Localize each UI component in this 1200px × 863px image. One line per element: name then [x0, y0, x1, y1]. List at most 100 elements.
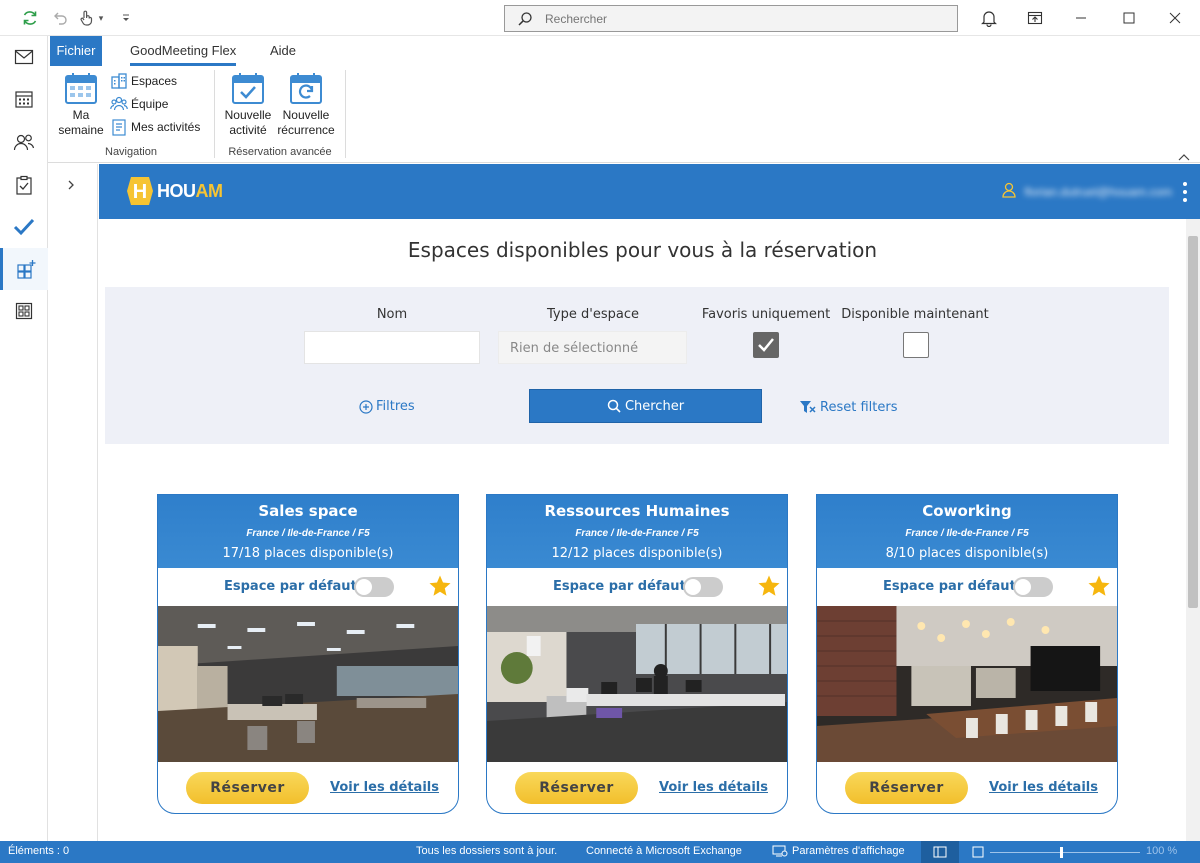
reserver-button[interactable]: Réserver: [186, 772, 309, 804]
zoom-slider[interactable]: [990, 847, 1140, 858]
apps-grid-icon[interactable]: [0, 290, 48, 332]
mail-icon[interactable]: [0, 36, 48, 78]
calendar-week-icon: [63, 70, 99, 106]
space-card: Coworking France / Ile-de-France / F5 8/…: [816, 494, 1118, 814]
default-space-row: Espace par défaut: [487, 574, 787, 600]
voir-details-link[interactable]: Voir les détails: [989, 780, 1098, 795]
expand-pane-icon[interactable]: [66, 179, 76, 194]
calendar-check-icon: [230, 70, 266, 106]
sync-icon[interactable]: [18, 6, 42, 30]
reserver-button[interactable]: Réserver: [845, 772, 968, 804]
nouvelle-recurrence-button[interactable]: Nouvelle récurrence: [276, 70, 336, 138]
display-settings-button[interactable]: Paramètres d'affichage: [772, 845, 905, 857]
reservation-group-label: Réservation avancée: [228, 146, 332, 158]
people-icon[interactable]: [0, 122, 48, 164]
nouvelle-activite-label-1: Nouvelle: [224, 108, 272, 122]
user-menu[interactable]: florian.dutruel@houam.com: [1002, 182, 1172, 201]
houam-logo-mark: H: [127, 177, 153, 205]
nouvelle-activite-button[interactable]: Nouvelle activité: [220, 70, 276, 138]
default-space-toggle[interactable]: [1013, 577, 1053, 597]
card-places: 17/18 places disponible(s): [222, 546, 394, 561]
undo-icon[interactable]: [48, 6, 72, 30]
default-space-row: Espace par défaut: [817, 574, 1117, 600]
houam-logo-text: HOUAM: [157, 180, 223, 201]
search-icon: [607, 399, 621, 413]
navigation-group-label: Navigation: [105, 146, 157, 158]
card-location: France / Ile-de-France / F5: [575, 528, 699, 539]
ma-semaine-label-1: Ma: [72, 108, 90, 122]
calendar-icon[interactable]: [0, 78, 48, 120]
default-space-toggle[interactable]: [683, 577, 723, 597]
customize-icon[interactable]: [116, 6, 136, 30]
app-header: H HOUAM florian.dutruel@houam.com: [99, 164, 1200, 219]
voir-details-link[interactable]: Voir les détails: [659, 780, 768, 795]
bell-icon[interactable]: [966, 0, 1012, 36]
more-options-icon[interactable]: [1180, 182, 1190, 202]
favorite-star-icon[interactable]: [1087, 574, 1111, 598]
filter-reset-icon: [800, 401, 816, 413]
collapse-ribbon-icon[interactable]: [1178, 150, 1190, 164]
todo-check-icon[interactable]: [0, 206, 48, 248]
scrollbar[interactable]: [1186, 219, 1200, 841]
mes-activites-button[interactable]: Mes activités: [110, 116, 200, 138]
maximize-icon[interactable]: [1106, 0, 1152, 36]
reset-filters-link[interactable]: Reset filters: [799, 399, 897, 415]
title-bar: ▾: [0, 0, 1200, 36]
reserver-button[interactable]: Réserver: [515, 772, 638, 804]
user-email: florian.dutruel@houam.com: [1024, 184, 1172, 199]
nom-input[interactable]: [304, 331, 480, 364]
display-settings-icon: [772, 845, 788, 857]
default-space-row: Espace par défaut: [158, 574, 458, 600]
items-count: Éléments : 0: [8, 845, 70, 857]
espaces-button[interactable]: Espaces: [110, 70, 177, 92]
space-card: Sales space France / Ile-de-France / F5 …: [157, 494, 459, 814]
card-header: Sales space France / Ile-de-France / F5 …: [158, 495, 458, 568]
chevron-down-icon[interactable]: ▾: [94, 6, 108, 30]
sync-status: Tous les dossiers sont à jour.: [416, 845, 558, 857]
chercher-button[interactable]: Chercher: [529, 389, 762, 423]
favorite-star-icon[interactable]: [757, 574, 781, 598]
type-espace-label: Type d'espace: [547, 307, 639, 322]
filtres-link[interactable]: Filtres: [359, 399, 415, 414]
favorite-star-icon[interactable]: [428, 574, 452, 598]
default-space-label: Espace par défaut: [224, 579, 357, 594]
nouvelle-recurrence-label-2: récurrence: [277, 123, 335, 137]
equipe-label: Équipe: [131, 97, 169, 111]
goodmeeting-addin-icon[interactable]: [0, 248, 48, 290]
ma-semaine-button[interactable]: Ma semaine: [53, 70, 109, 138]
search-input[interactable]: [545, 11, 925, 26]
tab-aide[interactable]: Aide: [270, 36, 296, 66]
card-title: Coworking: [922, 502, 1012, 520]
favoris-checkbox[interactable]: [753, 332, 779, 358]
building-icon: [110, 72, 128, 90]
coming-soon-icon[interactable]: [1012, 0, 1058, 36]
reading-view-icon[interactable]: [972, 846, 984, 861]
status-bar: Éléments : 0 Tous les dossiers sont à jo…: [0, 841, 1200, 863]
tab-fichier[interactable]: Fichier: [50, 36, 102, 66]
tasks-icon[interactable]: [0, 164, 48, 206]
scrollbar-thumb[interactable]: [1188, 236, 1198, 608]
default-space-toggle[interactable]: [354, 577, 394, 597]
minimize-icon[interactable]: [1058, 0, 1104, 36]
nouvelle-activite-label-2: activité: [229, 123, 267, 137]
tab-goodmeeting-flex[interactable]: GoodMeeting Flex: [130, 36, 237, 66]
equipe-button[interactable]: Équipe: [110, 93, 168, 115]
normal-view-icon[interactable]: [921, 841, 959, 863]
card-title: Ressources Humaines: [544, 502, 730, 520]
disponible-checkbox[interactable]: [903, 332, 929, 358]
voir-details-link[interactable]: Voir les détails: [330, 780, 439, 795]
close-icon[interactable]: [1152, 0, 1198, 36]
space-photo: [817, 606, 1117, 762]
card-header: Coworking France / Ile-de-France / F5 8/…: [817, 495, 1117, 568]
svg-text:H: H: [133, 181, 147, 203]
type-espace-select[interactable]: Rien de sélectionné: [498, 331, 687, 364]
ma-semaine-label-2: semaine: [58, 123, 104, 137]
card-location: France / Ile-de-France / F5: [246, 528, 370, 539]
space-photo: [158, 606, 458, 762]
search-box[interactable]: [504, 5, 958, 32]
plus-circle-icon: [359, 399, 373, 414]
mes-activites-label: Mes activités: [131, 120, 201, 134]
space-card: Ressources Humaines France / Ile-de-Fran…: [486, 494, 788, 814]
chercher-label: Chercher: [624, 398, 685, 414]
page-title: Espaces disponibles pour vous à la réser…: [407, 238, 878, 262]
